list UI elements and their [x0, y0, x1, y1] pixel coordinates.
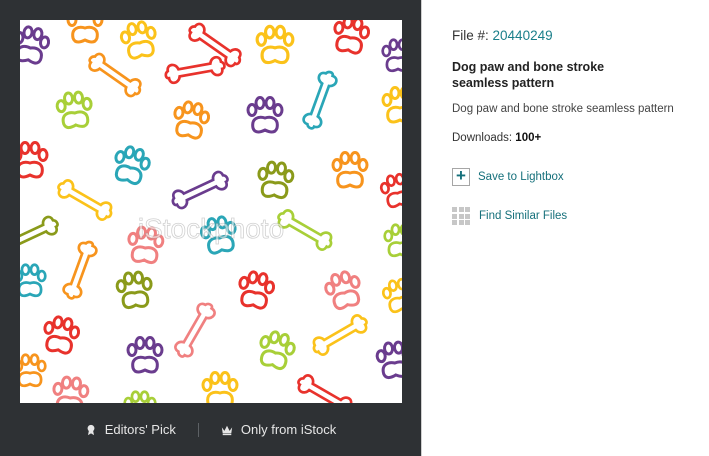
paw-print-icon — [255, 24, 295, 65]
paw-print-icon — [20, 353, 47, 388]
image-title: Dog paw and bone stroke seamless pattern — [452, 60, 605, 90]
paw-print-icon — [123, 390, 157, 403]
only-from-istock-badge[interactable]: Only from iStock — [221, 422, 336, 437]
bone-icon — [164, 55, 226, 85]
paw-print-icon — [381, 277, 402, 314]
paw-print-icon — [238, 270, 276, 310]
bone-icon — [57, 179, 113, 221]
editors-pick-label: Editors' Pick — [104, 422, 176, 437]
bone-icon — [171, 170, 229, 210]
image-badges-bar: Editors' Pick Only from iStock — [0, 403, 421, 456]
save-to-lightbox-button[interactable]: + Save to Lightbox — [449, 165, 709, 186]
paw-print-icon — [381, 86, 402, 124]
file-number-link[interactable]: 20440249 — [493, 28, 553, 43]
bone-icon — [62, 240, 98, 300]
file-label: File #: — [452, 28, 489, 43]
grid-icon — [452, 207, 471, 225]
paw-print-icon — [331, 151, 369, 189]
paw-print-icon — [173, 100, 211, 140]
image-panel: iStockphoto Editors' Pick Only from iSto… — [0, 0, 421, 456]
ribbon-icon — [87, 424, 95, 435]
paw-print-icon — [324, 270, 361, 311]
find-similar-files-label: Find Similar Files — [479, 209, 568, 222]
downloads-count: Downloads: 100+ — [452, 132, 709, 144]
save-to-lightbox-label: Save to Lightbox — [478, 171, 564, 183]
paw-print-icon — [259, 330, 296, 371]
bone-icon — [188, 22, 242, 68]
editors-pick-badge[interactable]: Editors' Pick — [85, 422, 176, 437]
downloads-label: Downloads: — [452, 132, 513, 144]
paw-print-icon — [381, 38, 402, 73]
paw-print-icon — [201, 371, 239, 403]
paw-bone-pattern: iStockphoto — [20, 20, 402, 403]
paw-print-icon — [119, 20, 157, 60]
paw-print-icon — [333, 20, 371, 55]
paw-print-icon — [375, 340, 402, 380]
bone-icon — [297, 374, 353, 403]
paw-print-icon — [257, 160, 295, 200]
divider — [197, 422, 199, 437]
bone-icon — [302, 70, 338, 130]
paw-print-icon — [52, 375, 90, 403]
lightbox-add-icon: + — [449, 165, 470, 186]
paw-print-icon — [20, 263, 47, 298]
paw-print-icon — [246, 96, 284, 134]
bone-icon — [174, 302, 216, 358]
paw-print-icon — [55, 90, 93, 130]
only-from-istock-label: Only from iStock — [240, 422, 337, 437]
paw-print-icon — [66, 20, 104, 44]
downloads-value: 100+ — [515, 132, 542, 144]
paw-print-icon — [20, 25, 51, 65]
bone-icon — [20, 215, 59, 255]
paw-print-icon — [114, 145, 151, 186]
paw-print-icon — [20, 141, 49, 179]
paw-print-icon — [383, 223, 402, 258]
bone-icon — [312, 314, 368, 356]
paw-print-icon — [379, 172, 402, 209]
crown-icon — [221, 425, 233, 435]
preview-image[interactable]: iStockphoto — [20, 20, 402, 403]
paw-print-icon — [43, 315, 81, 355]
file-number-line: File #: 20440249 — [452, 28, 709, 43]
istock-watermark: iStockphoto — [138, 213, 284, 244]
paw-print-icon — [126, 336, 164, 374]
image-description: Dog paw and bone stroke seamless pattern — [452, 103, 674, 115]
paw-print-icon — [115, 270, 153, 310]
details-panel: File #: 20440249 Dog paw and bone stroke… — [421, 0, 709, 456]
find-similar-files-button[interactable]: Find Similar Files — [452, 207, 709, 225]
